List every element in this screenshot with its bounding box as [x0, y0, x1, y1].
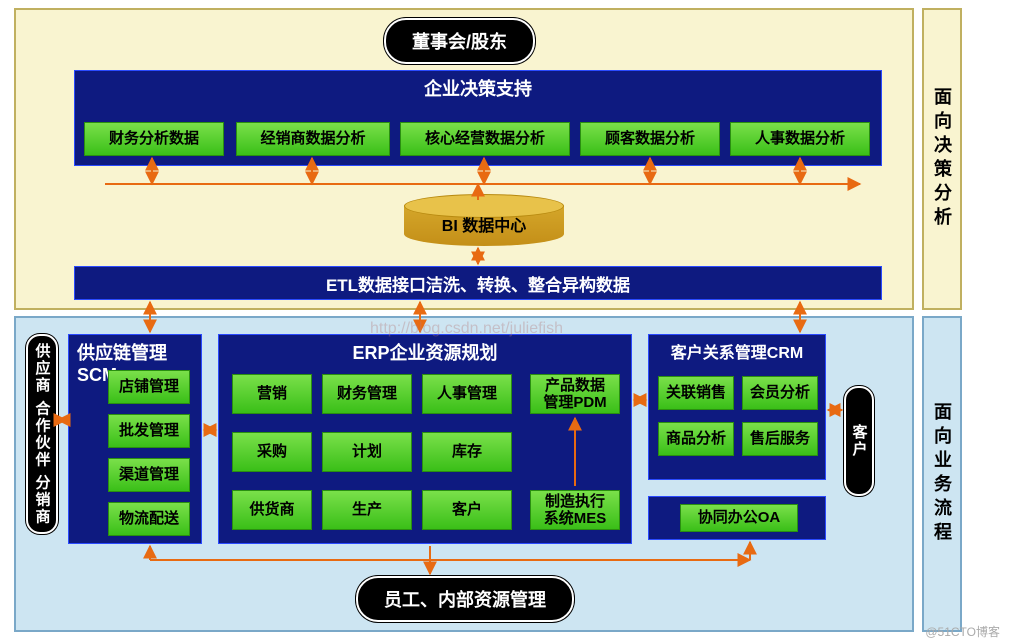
- node-logistics: 物流配送: [108, 502, 190, 536]
- node-product-analysis: 商品分析: [658, 422, 734, 456]
- node-marketing: 营销: [232, 374, 312, 414]
- node-dealer-analysis: 经销商数据分析: [236, 122, 390, 156]
- node-fin-mgmt: 财务管理: [322, 374, 412, 414]
- panel-title: 企业决策支持: [75, 75, 881, 101]
- node-pdm: 产品数据 管理PDM: [530, 374, 620, 414]
- watermark: http://blog.csdn.net/juliefish: [370, 320, 563, 338]
- side-label-business: 面向业务流程: [922, 316, 962, 632]
- credit: @51CTO博客: [925, 623, 1000, 640]
- node-hr-mgmt: 人事管理: [422, 374, 512, 414]
- node-supplier: 供货商: [232, 490, 312, 530]
- pill-employees: 员工、内部资源管理: [356, 576, 574, 622]
- node-member: 会员分析: [742, 376, 818, 410]
- node-wholesale: 批发管理: [108, 414, 190, 448]
- node-aftersales: 售后服务: [742, 422, 818, 456]
- vpill-customers: 客户: [844, 386, 874, 496]
- pill-board: 董事会/股东: [384, 18, 535, 64]
- side-label-text: 面向决策分析: [929, 87, 955, 231]
- panel-title: ERP企业资源规划: [219, 339, 631, 365]
- node-purchase: 采购: [232, 432, 312, 472]
- node-produce: 生产: [322, 490, 412, 530]
- panel-title: 客户关系管理CRM: [649, 339, 825, 363]
- node-store-mgmt: 店铺管理: [108, 370, 190, 404]
- node-finance-analysis: 财务分析数据: [84, 122, 224, 156]
- node-mes: 制造执行 系统MES: [530, 490, 620, 530]
- node-core-ops-analysis: 核心经营数据分析: [400, 122, 570, 156]
- node-channel: 渠道管理: [108, 458, 190, 492]
- etl-bar: ETL数据接口洁洗、转换、整合异构数据: [74, 266, 882, 300]
- side-label-decision: 面向决策分析: [922, 8, 962, 310]
- side-label-text: 面向业务流程: [929, 402, 955, 546]
- node-oa: 协同办公OA: [680, 504, 798, 532]
- node-customer-analysis: 顾客数据分析: [580, 122, 720, 156]
- node-cust: 客户: [422, 490, 512, 530]
- bi-datacenter: BI 数据中心: [404, 206, 564, 246]
- node-assoc-sales: 关联销售: [658, 376, 734, 410]
- node-plan: 计划: [322, 432, 412, 472]
- node-inventory: 库存: [422, 432, 512, 472]
- node-hr-analysis: 人事数据分析: [730, 122, 870, 156]
- vpill-suppliers: 供应商 合作伙伴 分销商: [26, 334, 58, 534]
